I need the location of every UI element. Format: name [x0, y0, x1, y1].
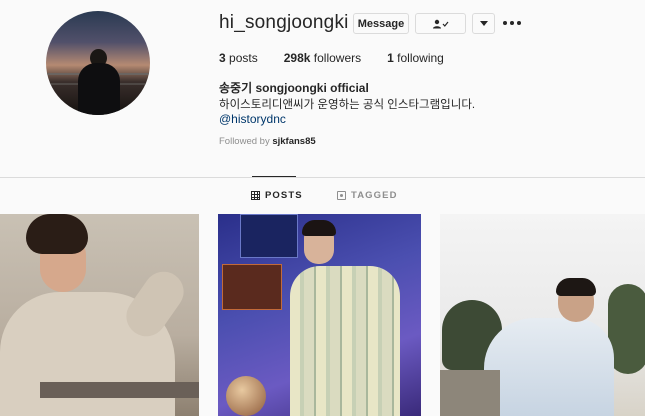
- post-image-panel: [222, 264, 282, 310]
- avatar-figure: [78, 63, 120, 115]
- followed-by-prefix: Followed by: [219, 136, 270, 147]
- triangle-down-icon: [479, 21, 488, 26]
- post-image-panel: [240, 214, 298, 258]
- posts-count: 3: [219, 51, 226, 65]
- following-label: following: [397, 51, 444, 65]
- post-image-table: [40, 382, 199, 398]
- followed-by: Followed by sjkfans85: [219, 136, 316, 147]
- followers-count: 298k: [283, 51, 311, 65]
- tab-posts-label: POSTS: [265, 190, 303, 201]
- profile-avatar[interactable]: [46, 11, 150, 115]
- grid-icon: [251, 191, 260, 200]
- tag-icon: [337, 191, 346, 200]
- following-stat[interactable]: 1 following: [387, 51, 444, 65]
- profile-bio: 하이스토리디앤씨가 운영하는 공식 인스타그램입니다.: [219, 99, 476, 111]
- profile-link[interactable]: @historydnc: [219, 112, 286, 126]
- suggestions-dropdown-button[interactable]: [472, 13, 495, 34]
- post-thumbnail[interactable]: [218, 214, 421, 416]
- more-horizontal-icon-dot: [510, 21, 514, 25]
- post-thumbnail[interactable]: [0, 214, 199, 416]
- more-options-button[interactable]: [503, 16, 521, 30]
- message-button[interactable]: Message: [353, 13, 409, 34]
- post-image-rock: [440, 370, 500, 416]
- profile-username: hi_songjoongki: [219, 12, 349, 33]
- more-horizontal-icon-dot: [503, 21, 507, 25]
- profile-full-name: 송중기 songjoongki official: [219, 81, 369, 95]
- posts-label: posts: [229, 51, 258, 65]
- post-image-hair: [302, 220, 336, 236]
- tab-tagged[interactable]: TAGGED: [337, 190, 398, 201]
- post-image-globe: [226, 376, 266, 416]
- more-horizontal-icon-dot: [517, 21, 521, 25]
- profile-stats: 3 posts 298k followers 1 following: [219, 51, 470, 65]
- post-image-hair: [556, 278, 596, 296]
- following-button[interactable]: [415, 13, 466, 34]
- tab-tagged-label: TAGGED: [351, 190, 398, 201]
- post-image-coat: [290, 266, 400, 416]
- posts-stat: 3 posts: [219, 51, 258, 65]
- followed-by-user[interactable]: sjkfans85: [272, 136, 315, 147]
- followers-stat[interactable]: 298k followers: [284, 51, 361, 65]
- post-thumbnail[interactable]: [440, 214, 645, 416]
- post-image-body: [484, 318, 614, 416]
- followers-label: followers: [313, 51, 362, 65]
- tabs-divider: [0, 177, 645, 178]
- person-check-icon: [432, 19, 448, 28]
- tab-posts[interactable]: POSTS: [251, 190, 303, 201]
- following-count: 1: [387, 51, 394, 65]
- active-tab-indicator: [252, 176, 296, 177]
- post-image-hair: [26, 214, 88, 254]
